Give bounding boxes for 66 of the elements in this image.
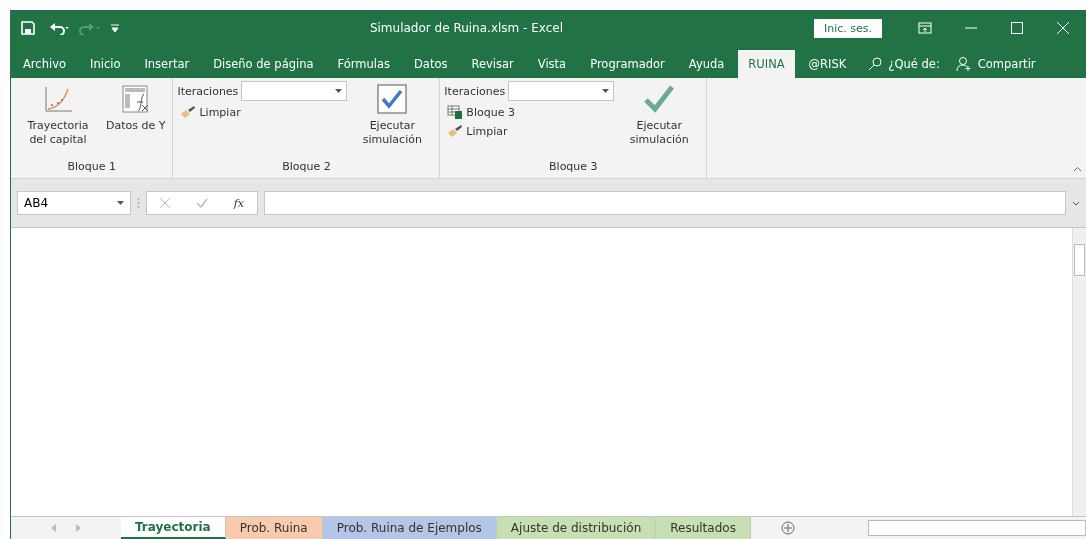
field-label: Iteraciones <box>444 84 506 98</box>
dropdown-field[interactable] <box>508 81 615 101</box>
formula-field[interactable] <box>264 191 1066 215</box>
scroll-left-icon[interactable] <box>51 524 56 532</box>
ribbon-button[interactable]: Trayectoria del capital <box>15 81 101 160</box>
ribbon-tab[interactable]: Insertar <box>134 50 200 78</box>
group-label: Bloque 1 <box>66 160 117 175</box>
ribbon-tab[interactable]: Diseño de página <box>203 50 324 78</box>
collapse-ribbon-icon[interactable] <box>1073 166 1082 172</box>
group-label: Bloque 2 <box>281 160 332 175</box>
undo-icon[interactable] <box>49 21 71 35</box>
grip-icon <box>137 197 140 209</box>
scroll-right-icon[interactable] <box>76 524 81 532</box>
name-box[interactable]: AB4 <box>17 191 131 215</box>
ribbon-button[interactable]: Limpiar <box>177 104 244 120</box>
vertical-scrollbar[interactable] <box>1072 228 1086 516</box>
window-icon <box>918 22 932 34</box>
checkbox-icon <box>376 83 409 115</box>
ribbon-tab[interactable]: Datos <box>404 50 458 78</box>
ribbon-tab[interactable]: Vista <box>527 50 577 78</box>
share-button[interactable]: Compartir <box>947 50 1044 78</box>
sheet-tab[interactable]: Prob. Ruina <box>225 517 323 539</box>
ribbon-button[interactable]: Datos de Y <box>103 81 169 160</box>
ribbon-button[interactable]: Ejecutar simulación <box>616 81 703 160</box>
ribbon-tab[interactable]: Archivo <box>13 50 76 78</box>
dropdown-field[interactable] <box>241 81 348 101</box>
ribbon-tab[interactable]: RUINA <box>738 50 795 78</box>
checkmark-icon <box>643 83 676 115</box>
ribbon-tab[interactable]: @RISK <box>798 50 857 78</box>
search-icon <box>868 57 883 71</box>
cancel-icon[interactable] <box>159 198 170 208</box>
spreadsheet-icon <box>447 105 464 119</box>
group-label: Bloque 3 <box>548 160 599 175</box>
caret-icon <box>117 201 124 205</box>
sheet-tab[interactable]: Resultados <box>656 517 751 539</box>
ribbon-button[interactable]: Limpiar <box>444 123 511 139</box>
tell-me-button[interactable]: ¿Qué de: <box>860 50 948 78</box>
brush-icon <box>447 124 464 138</box>
redo-icon <box>79 21 101 35</box>
ribbon-tab[interactable]: Fórmulas <box>327 50 400 78</box>
add-sheet-icon[interactable] <box>780 521 795 535</box>
expand-icon[interactable] <box>1072 200 1080 206</box>
enter-icon[interactable] <box>195 198 208 208</box>
window-title: Simulador de Ruina.xlsm - Excel <box>368 21 564 35</box>
sign-in-button[interactable]: Inic. ses. <box>813 18 882 38</box>
ribbon-tab[interactable]: Revisar <box>461 50 524 78</box>
ribbon-tab[interactable]: Inicio <box>80 50 131 78</box>
horizontal-scrollbar[interactable] <box>868 520 1086 536</box>
insert-function-button[interactable]: fx <box>233 196 245 210</box>
sheet-tab[interactable]: Trayectoria <box>121 517 226 539</box>
save-icon[interactable] <box>21 21 35 35</box>
minimize-icon <box>965 27 977 29</box>
field-label: Iteraciones <box>177 84 239 98</box>
maximize-icon <box>1011 22 1023 34</box>
brush-icon <box>180 105 197 119</box>
close-icon <box>1057 22 1069 34</box>
caret-icon <box>602 89 610 93</box>
ribbon-button[interactable]: Bloque 3 <box>444 104 518 120</box>
customize-icon[interactable] <box>111 23 119 33</box>
ribbon-tab[interactable]: Programador <box>580 50 675 78</box>
ribbon-tab[interactable]: Ayuda <box>678 50 735 78</box>
caret-icon <box>335 89 343 93</box>
sheet-tab[interactable]: Prob. Ruina de Ejemplos <box>322 517 497 539</box>
ribbon-button[interactable]: Ejecutar simulación <box>349 81 436 160</box>
sheet-tab[interactable]: Ajuste de distribución <box>496 517 657 539</box>
person-add-icon <box>955 57 972 71</box>
